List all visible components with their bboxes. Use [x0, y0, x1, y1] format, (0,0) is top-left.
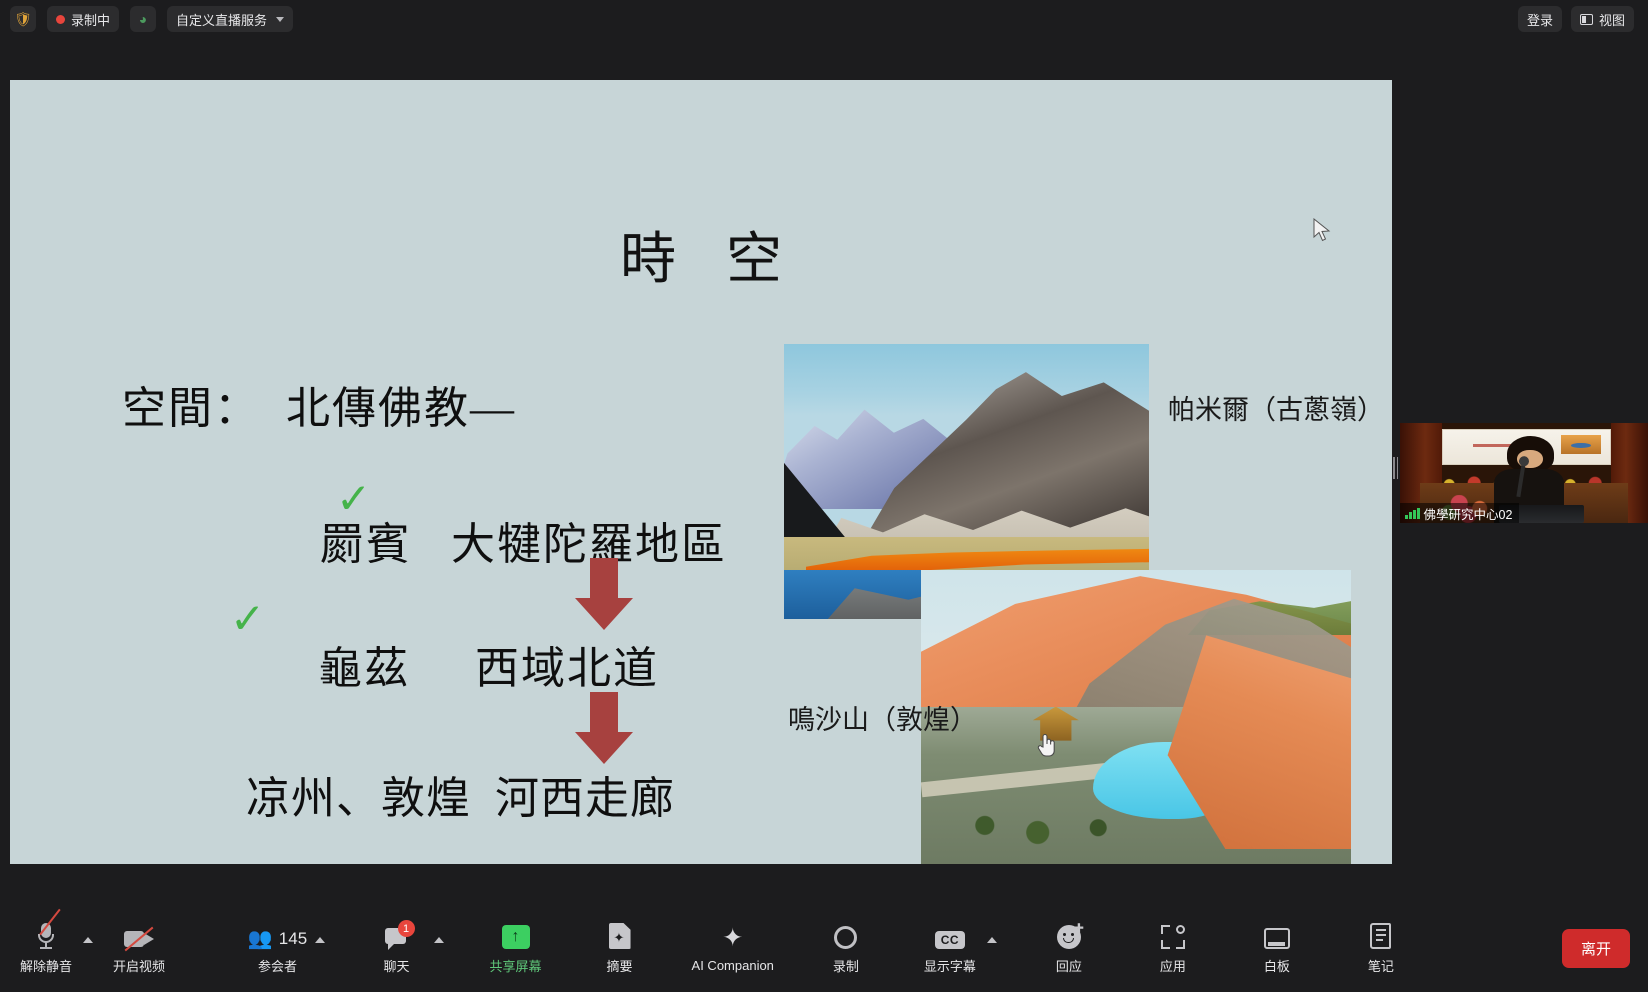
whiteboard-icon [1263, 921, 1290, 949]
start-video-button[interactable]: 开启视频 [107, 911, 171, 985]
ai-companion-label: AI Companion [691, 958, 774, 973]
recording-dot-icon [56, 14, 65, 24]
reactions-label: 回应 [1055, 959, 1082, 974]
down-arrow-2 [575, 692, 633, 764]
record-button[interactable]: 录制 [814, 911, 878, 985]
chat-options-chevron-icon[interactable] [433, 937, 444, 943]
captions-button[interactable]: CC 显示字幕 [918, 911, 982, 985]
apps-button[interactable]: 应用 [1141, 911, 1205, 985]
shield-icon: 🛡 [14, 11, 32, 27]
meeting-controls-toolbar: 解除静音 开启视频 👥 145 参会者 1 聊天 ↑ 共享屏幕 ✦ 摘要 ✦ A… [0, 904, 1648, 992]
shared-screen-slide[interactable]: 時 空 空間： 北傳佛教— 罽賓 大犍陀羅地區 龜茲 西域北道 凉州、敦煌 河西… [10, 80, 1392, 864]
notes-label: 笔记 [1367, 959, 1394, 974]
reactions-button[interactable]: ✚ 回应 [1037, 911, 1101, 985]
green-checkmark-2: ✓ [230, 594, 266, 643]
view-button[interactable]: 视图 [1570, 6, 1634, 32]
thumbnail-drag-handle[interactable] [1393, 455, 1400, 481]
sparkle-icon: ✦ [722, 924, 744, 952]
chat-unread-badge: 1 [397, 920, 415, 937]
signal-bars-icon [1405, 507, 1420, 519]
caption-dunhuang: 鳴沙山（敦煌） [788, 705, 977, 735]
summary-doc-icon: ✦ [608, 921, 631, 949]
summary-button[interactable]: ✦ 摘要 [588, 911, 652, 985]
notes-icon [1370, 921, 1392, 949]
login-button[interactable]: 登录 [1517, 6, 1562, 32]
participant-video-thumbnail[interactable]: 佛學研究中心02 [1400, 423, 1648, 523]
slide-bullet-4: 凉州、敦煌 河西走廊 [246, 774, 675, 823]
participant-name-badge: 佛學研究中心02 [1400, 503, 1520, 523]
audio-options-chevron-icon[interactable] [83, 937, 93, 943]
emoji-reaction-icon: ✚ [1056, 921, 1084, 949]
summary-label: 摘要 [606, 959, 633, 974]
slide-bullet-3: 龜茲 西域北道 [318, 644, 659, 693]
participants-button[interactable]: 👥 145 参会者 [246, 911, 310, 985]
meeting-top-bar: 🛡 录制中 ◕ 自定义直播服务 登录 视图 [0, 0, 1648, 38]
livestream-service-button[interactable]: 自定义直播服务 [167, 6, 294, 32]
chat-button[interactable]: 1 聊天 [365, 911, 429, 985]
mingsha-dune-crescent-lake-photo [921, 570, 1351, 864]
broadcast-button[interactable]: ◕ [130, 6, 157, 32]
down-arrow-1 [575, 558, 633, 630]
whiteboard-label: 白板 [1263, 959, 1290, 974]
participant-name-label: 佛學研究中心02 [1423, 507, 1513, 522]
participants-options-chevron-icon[interactable] [314, 937, 325, 943]
record-circle-icon [834, 921, 858, 949]
start-video-label: 开启视频 [112, 959, 165, 974]
ai-companion-button[interactable]: ✦ AI Companion [692, 911, 774, 985]
microphone-muted-icon [38, 908, 61, 949]
slide-title: 時 空 [620, 229, 800, 291]
livestream-label: 自定义直播服务 [176, 12, 268, 28]
pointing-hand-cursor [1037, 733, 1055, 757]
chat-label: 聊天 [383, 959, 410, 974]
view-label: 视图 [1598, 12, 1625, 28]
green-checkmark-1: ✓ [336, 474, 372, 523]
participants-label: 参会者 [258, 959, 298, 974]
whiteboard-button[interactable]: 白板 [1245, 911, 1309, 985]
unmute-button[interactable]: 解除静音 [14, 908, 78, 985]
share-screen-button[interactable]: ↑ 共享屏幕 [484, 911, 548, 985]
record-label: 录制 [832, 959, 859, 974]
layout-view-icon [1579, 13, 1593, 25]
captions-label: 显示字幕 [923, 959, 976, 974]
recording-label: 录制中 [71, 12, 111, 28]
slide-bullet-1: 空間： 北傳佛教— [122, 384, 516, 433]
broadcast-icon: ◕ [138, 11, 148, 27]
notes-button[interactable]: 笔记 [1349, 911, 1413, 985]
chat-bubble-icon: 1 [384, 920, 415, 950]
chevron-down-icon [276, 16, 285, 22]
apps-icon [1160, 921, 1185, 949]
security-shield-button[interactable]: 🛡 [10, 6, 36, 32]
caption-pamir: 帕米爾（古蔥嶺） [1168, 395, 1384, 425]
mouse-arrow-cursor [1313, 218, 1331, 242]
share-screen-label: 共享屏幕 [489, 959, 542, 974]
closed-caption-icon: CC [934, 921, 966, 949]
leave-meeting-button[interactable]: 离开 [1561, 928, 1630, 968]
unmute-label: 解除静音 [19, 959, 72, 974]
camera-off-icon [124, 921, 154, 952]
login-label: 登录 [1526, 12, 1553, 28]
participants-count: 145 [278, 929, 308, 948]
slide-bullet-2: 罽賓 大犍陀羅地區 [320, 520, 727, 569]
apps-label: 应用 [1159, 959, 1186, 974]
people-icon: 👥 145 [247, 928, 308, 950]
share-screen-icon: ↑ [501, 921, 530, 949]
captions-options-chevron-icon[interactable] [986, 937, 997, 943]
zoom-meeting-window: 🛡 录制中 ◕ 自定义直播服务 登录 视图 時 空 空間： 北傳佛教— 罽賓 大… [0, 0, 1648, 992]
recording-indicator[interactable]: 录制中 [47, 6, 120, 32]
